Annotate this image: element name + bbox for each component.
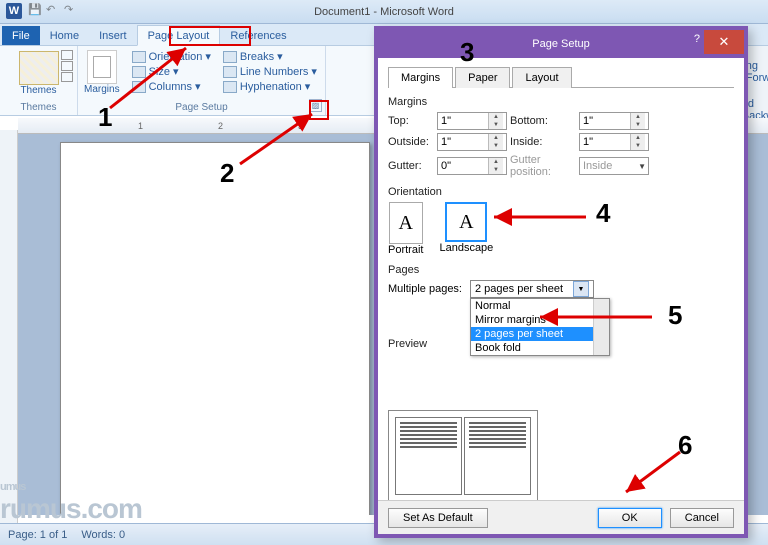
tab-page-layout[interactable]: Page Layout bbox=[137, 25, 221, 46]
orientation-portrait[interactable]: A Portrait bbox=[388, 202, 423, 256]
dlg-tab-paper[interactable]: Paper bbox=[455, 67, 510, 88]
select-gutter-pos: Inside▼ bbox=[579, 157, 649, 175]
ok-button[interactable]: OK bbox=[598, 508, 662, 528]
breaks-icon bbox=[223, 51, 237, 63]
group-label-themes: Themes bbox=[20, 102, 56, 115]
line-numbers-button[interactable]: Line Numbers ▾ bbox=[223, 65, 317, 78]
document-page[interactable] bbox=[60, 142, 370, 515]
vertical-ruler[interactable] bbox=[0, 130, 18, 530]
option-mirror[interactable]: Mirror margins bbox=[471, 313, 609, 327]
dialog-tabs: Margins Paper Layout bbox=[388, 66, 734, 88]
option-normal[interactable]: Normal bbox=[471, 299, 609, 313]
tab-references[interactable]: References bbox=[220, 26, 296, 45]
status-page[interactable]: Page: 1 of 1 bbox=[8, 529, 67, 541]
dlg-tab-layout[interactable]: Layout bbox=[512, 67, 571, 88]
label-gutter: Gutter: bbox=[388, 160, 434, 172]
page-setup-dialog: Page Setup ? ✕ Margins Paper Layout Marg… bbox=[374, 26, 748, 538]
input-top[interactable]: ▲▼ bbox=[437, 112, 507, 130]
redo-icon[interactable]: ↷ bbox=[64, 3, 78, 17]
margins-button[interactable] bbox=[87, 50, 117, 84]
label-top: Top: bbox=[388, 115, 434, 127]
option-2pages[interactable]: 2 pages per sheet bbox=[471, 327, 609, 341]
theme-effects-icon[interactable] bbox=[61, 72, 73, 82]
close-icon[interactable]: ✕ bbox=[704, 30, 744, 54]
tab-insert[interactable]: Insert bbox=[89, 26, 137, 45]
cancel-button[interactable]: Cancel bbox=[670, 508, 734, 528]
input-gutter[interactable]: ▲▼ bbox=[437, 157, 507, 175]
group-page-setup: Margins Orientation ▾ Size ▾ Columns ▾ B… bbox=[78, 46, 326, 115]
breaks-button[interactable]: Breaks ▾ bbox=[223, 50, 317, 63]
input-outside[interactable]: ▲▼ bbox=[437, 133, 507, 151]
undo-icon[interactable]: ↶ bbox=[46, 3, 60, 17]
page-setup-launcher[interactable]: ▨ bbox=[309, 99, 322, 112]
line-numbers-icon bbox=[223, 66, 237, 78]
quick-access: 💾 ↶ ↷ bbox=[28, 3, 78, 17]
group-label-setup: Page Setup bbox=[84, 102, 319, 115]
input-bottom[interactable]: ▲▼ bbox=[579, 112, 649, 130]
input-inside[interactable]: ▲▼ bbox=[579, 133, 649, 151]
dlg-tab-margins[interactable]: Margins bbox=[388, 67, 453, 88]
columns-icon bbox=[132, 81, 146, 93]
label-multiple-pages: Multiple pages: bbox=[388, 283, 462, 295]
dialog-title: Page Setup bbox=[532, 38, 590, 50]
hyphenation-icon bbox=[223, 81, 237, 93]
columns-button[interactable]: Columns ▾ bbox=[132, 80, 211, 93]
label-inside: Inside: bbox=[510, 136, 576, 148]
section-orientation: Orientation bbox=[388, 186, 734, 198]
hyphenation-button[interactable]: Hyphenation ▾ bbox=[223, 80, 317, 93]
titlebar: W 💾 ↶ ↷ Document1 - Microsoft Word bbox=[0, 0, 768, 24]
label-bottom: Bottom: bbox=[510, 115, 576, 127]
label-gutter-pos: Gutter position: bbox=[510, 154, 576, 178]
word-icon: W bbox=[6, 3, 22, 19]
size-icon bbox=[132, 66, 146, 78]
themes-button-label: Themes bbox=[20, 85, 56, 96]
group-themes: Themes Themes bbox=[0, 46, 78, 115]
margins-label: Margins bbox=[84, 84, 120, 95]
preview-box bbox=[388, 410, 538, 502]
select-multiple-pages[interactable]: 2 pages per sheet▼ bbox=[470, 280, 594, 298]
label-outside: Outside: bbox=[388, 136, 434, 148]
dialog-titlebar[interactable]: Page Setup ? ✕ bbox=[378, 30, 744, 58]
section-margins: Margins bbox=[388, 96, 734, 108]
set-as-default-button[interactable]: Set As Default bbox=[388, 508, 488, 528]
help-icon[interactable]: ? bbox=[694, 33, 700, 45]
orientation-button[interactable]: Orientation ▾ bbox=[132, 50, 211, 63]
theme-colors-icon[interactable] bbox=[61, 50, 73, 60]
tab-home[interactable]: Home bbox=[40, 26, 89, 45]
theme-fonts-icon[interactable] bbox=[61, 61, 73, 71]
document-title: Document1 - Microsoft Word bbox=[314, 6, 454, 18]
save-icon[interactable]: 💾 bbox=[28, 3, 42, 17]
dropdown-scrollbar[interactable] bbox=[593, 299, 609, 355]
multiple-pages-dropdown: Normal Mirror margins 2 pages per sheet … bbox=[470, 298, 610, 356]
size-button[interactable]: Size ▾ bbox=[132, 65, 211, 78]
orientation-landscape[interactable]: A Landscape bbox=[439, 202, 493, 256]
section-pages: Pages bbox=[388, 264, 734, 276]
option-bookfold[interactable]: Book fold bbox=[471, 341, 609, 355]
status-words[interactable]: Words: 0 bbox=[81, 529, 125, 541]
orientation-icon bbox=[132, 51, 146, 63]
tab-file[interactable]: File bbox=[2, 26, 40, 45]
themes-icon[interactable] bbox=[19, 51, 59, 85]
